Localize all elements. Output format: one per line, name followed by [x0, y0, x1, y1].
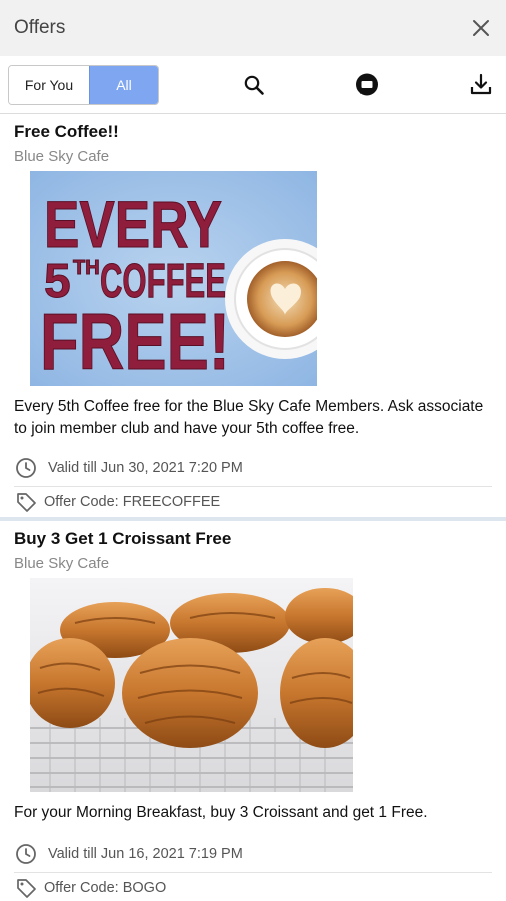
- tab-all[interactable]: All: [89, 65, 158, 104]
- offer-valid-text: Valid till Jun 16, 2021 7:19 PM: [48, 846, 243, 862]
- tab-for-you[interactable]: For You: [9, 65, 89, 104]
- search-icon: [244, 75, 264, 95]
- offer-vendor: Blue Sky Cafe: [14, 555, 110, 572]
- offer-code-text: Offer Code: BOGO: [44, 880, 167, 896]
- chat-bubble-icon: [356, 73, 378, 96]
- offer-valid-text: Valid till Jun 30, 2021 7:20 PM: [48, 460, 243, 476]
- toolbar: For You All: [0, 56, 506, 114]
- clock-icon: [14, 842, 38, 866]
- image-text-line1: EVERY: [44, 187, 222, 261]
- image-text-sup: TH: [73, 257, 100, 279]
- divider: [14, 872, 492, 873]
- offer-description: For your Morning Breakfast, buy 3 Croiss…: [14, 804, 428, 821]
- divider: [14, 486, 492, 487]
- offer-code-text: Offer Code: FREECOFFEE: [44, 494, 221, 510]
- page-title: Offers: [14, 17, 66, 38]
- offer-card[interactable]: Buy 3 Get 1 Croissant Free Blue Sky Cafe: [0, 521, 506, 901]
- offer-valid-row: Valid till Jun 16, 2021 7:19 PM: [14, 840, 492, 868]
- tag-icon: [14, 490, 38, 514]
- croissant-offer-image: [30, 578, 353, 792]
- offers-header: Offers: [0, 0, 506, 56]
- close-icon: [473, 20, 489, 36]
- offer-code-row: Offer Code: BOGO: [14, 875, 492, 901]
- coffee-offer-image: EVERY 5 TH COFFEE FREE!: [30, 171, 317, 386]
- image-text-line3: FREE!: [40, 297, 230, 386]
- download-button[interactable]: [468, 71, 494, 97]
- close-button[interactable]: [470, 17, 492, 39]
- offer-valid-row: Valid till Jun 30, 2021 7:20 PM: [14, 454, 492, 482]
- chat-button[interactable]: [354, 72, 380, 98]
- offer-filter-segmented: For You All: [8, 64, 159, 105]
- offer-card[interactable]: Free Coffee!! Blue Sky Cafe EVERY 5 TH C…: [0, 114, 506, 517]
- tag-icon: [14, 876, 38, 900]
- offer-title: Free Coffee!!: [14, 122, 119, 141]
- search-button[interactable]: [241, 72, 267, 98]
- offer-code-row: Offer Code: FREECOFFEE: [14, 489, 492, 515]
- download-icon: [470, 73, 492, 95]
- offer-title: Buy 3 Get 1 Croissant Free: [14, 529, 232, 548]
- offer-description: Every 5th Coffee free for the Blue Sky C…: [14, 398, 484, 437]
- offer-vendor: Blue Sky Cafe: [14, 148, 110, 165]
- clock-icon: [14, 456, 38, 480]
